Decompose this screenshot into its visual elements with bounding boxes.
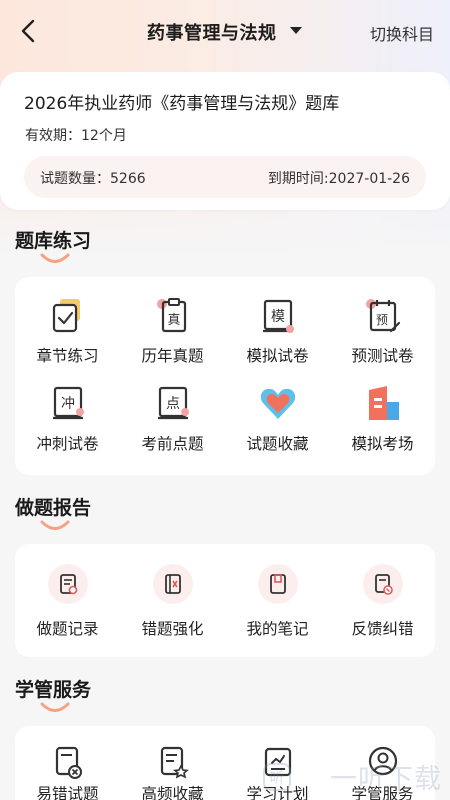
notes-icon bbox=[270, 574, 286, 594]
grid-label: 冲刺试卷 bbox=[36, 435, 99, 453]
grid-label: 考前点题 bbox=[141, 435, 204, 453]
question-count: 试题数量：5266 bbox=[40, 171, 146, 187]
svg-text:冲: 冲 bbox=[61, 396, 75, 412]
chevron-down-icon[interactable] bbox=[290, 27, 302, 34]
switch-subject-button[interactable]: 切换科目 bbox=[370, 21, 434, 45]
bank-title: 2026年执业药师《药事管理与法规》题库 bbox=[24, 94, 340, 114]
watermark-text: 一听下载 bbox=[330, 764, 442, 795]
grid-label: 高频收藏 bbox=[141, 785, 204, 800]
feedback-icon bbox=[375, 574, 393, 595]
grid-item-error-prone[interactable]: 易错试题 bbox=[15, 726, 120, 800]
heart-icon bbox=[260, 388, 296, 419]
section-underline-icon bbox=[40, 253, 70, 263]
grid-item-chapter-practice[interactable]: 章节练习 bbox=[15, 277, 120, 376]
grid-label: 易错试题 bbox=[36, 785, 99, 800]
grid-item-forecast-paper[interactable]: 预 预测试卷 bbox=[330, 277, 435, 376]
svg-text:模: 模 bbox=[271, 309, 285, 325]
grid-item-favorites[interactable]: 试题收藏 bbox=[225, 376, 330, 475]
grid-item-frequent-favorites[interactable]: 高频收藏 bbox=[120, 726, 225, 800]
grid-item-key-points[interactable]: 点 考前点题 bbox=[120, 376, 225, 475]
wrong-questions-icon bbox=[165, 574, 181, 594]
grid-item-past-exams[interactable]: 真 历年真题 bbox=[120, 277, 225, 376]
back-arrow-icon[interactable] bbox=[14, 16, 44, 46]
mock-paper-icon: 模 bbox=[263, 299, 294, 333]
error-prone-icon bbox=[55, 746, 82, 779]
grid-item-sprint-paper[interactable]: 冲 冲刺试卷 bbox=[15, 376, 120, 475]
svg-text:真: 真 bbox=[167, 313, 180, 328]
section-underline-icon bbox=[40, 702, 70, 712]
key-points-icon: 点 bbox=[158, 386, 189, 420]
record-icon bbox=[60, 574, 78, 595]
grid-item-wrong-questions[interactable]: 错题强化 bbox=[120, 544, 225, 657]
grid-label: 我的笔记 bbox=[246, 620, 309, 638]
grid-item-practice-record[interactable]: 做题记录 bbox=[15, 544, 120, 657]
grid-label: 做题记录 bbox=[36, 620, 99, 638]
grid-label: 章节练习 bbox=[36, 347, 99, 365]
report-panel: 做题记录 错题强化 我的笔记 反馈纠错 bbox=[15, 544, 435, 657]
watermark-logo-icon: 听 bbox=[263, 763, 291, 791]
grid-item-exam-room[interactable]: 模拟考场 bbox=[330, 376, 435, 475]
section-title-service: 学管服务 bbox=[15, 679, 92, 701]
practice-panel: 章节练习 真 历年真题 模 模拟试卷 预 预测试卷 冲 冲刺试卷 点 考前点题 … bbox=[15, 277, 435, 475]
exam-room-icon bbox=[369, 386, 399, 420]
grid-item-feedback[interactable]: 反馈纠错 bbox=[330, 544, 435, 657]
grid-label: 历年真题 bbox=[141, 347, 204, 365]
stats-bar: 试题数量：5266 到期时间:2027-01-26 bbox=[24, 156, 426, 198]
section-title-report: 做题报告 bbox=[15, 497, 92, 519]
forecast-paper-icon: 预 bbox=[366, 299, 401, 333]
checklist-icon bbox=[52, 299, 80, 333]
question-bank-card: 2026年执业药师《药事管理与法规》题库 有效期：12个月 试题数量：5266 … bbox=[0, 72, 450, 210]
true-exam-icon: 真 bbox=[157, 298, 187, 333]
subject-title[interactable]: 药事管理与法规 bbox=[147, 19, 277, 45]
section-underline-icon bbox=[40, 520, 70, 530]
svg-text:听: 听 bbox=[269, 769, 284, 787]
grid-item-my-notes[interactable]: 我的笔记 bbox=[225, 544, 330, 657]
section-title-practice: 题库练习 bbox=[15, 230, 92, 252]
grid-label: 模拟试卷 bbox=[246, 347, 309, 365]
navbar: 药事管理与法规 切换科目 bbox=[0, 0, 450, 62]
sprint-paper-icon: 冲 bbox=[53, 386, 84, 420]
svg-text:预: 预 bbox=[376, 313, 388, 327]
expire-date: 到期时间:2027-01-26 bbox=[267, 171, 410, 187]
grid-label: 预测试卷 bbox=[351, 347, 414, 365]
validity-period: 有效期：12个月 bbox=[25, 128, 127, 144]
svg-text:点: 点 bbox=[166, 396, 180, 412]
grid-item-mock-paper[interactable]: 模 模拟试卷 bbox=[225, 277, 330, 376]
grid-label: 模拟考场 bbox=[351, 435, 414, 453]
grid-label: 试题收藏 bbox=[246, 435, 309, 453]
grid-label: 反馈纠错 bbox=[351, 620, 414, 638]
frequent-favorites-icon bbox=[160, 746, 189, 779]
grid-label: 错题强化 bbox=[141, 620, 204, 638]
